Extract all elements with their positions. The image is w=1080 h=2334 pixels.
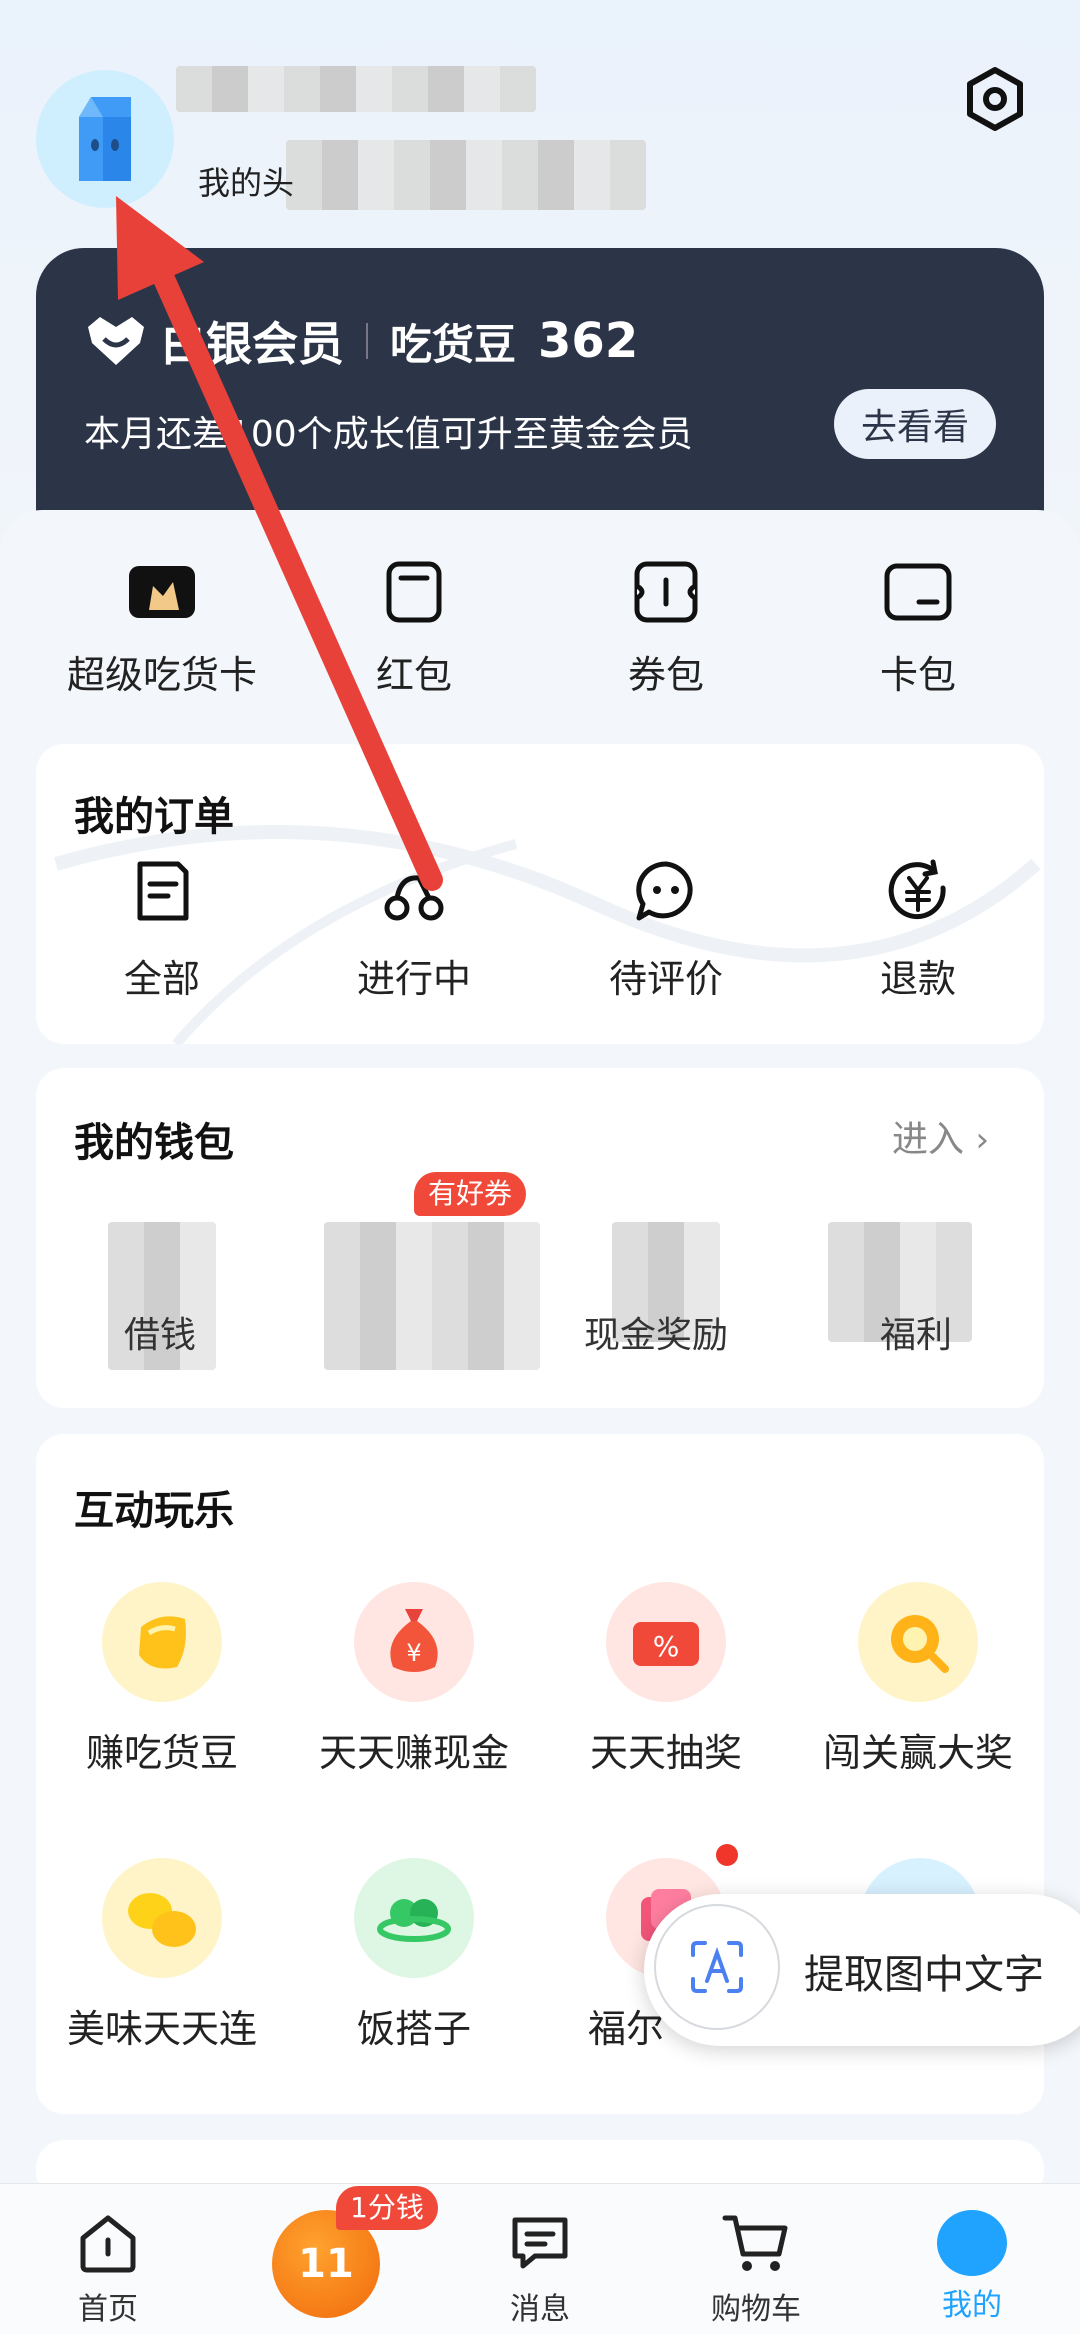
tab-label: 我的	[942, 2288, 1002, 2323]
fun-lottery[interactable]: % 天天抽奖	[540, 1582, 792, 1777]
magnifier-icon	[858, 1582, 978, 1702]
tab-home[interactable]: 首页	[38, 2210, 178, 2328]
vip-title: 白银会员 吃货豆 362	[84, 308, 638, 374]
bean-icon	[102, 1582, 222, 1702]
fun-level-challenge[interactable]: 闯关赢大奖	[792, 1582, 1044, 1777]
extract-text-label: 提取图中文字	[804, 1952, 1044, 1998]
order-in-progress[interactable]: 进行中	[288, 858, 540, 1003]
chevron-right-icon: ›	[975, 1120, 990, 1160]
fun-earn-beans[interactable]: 赚吃货豆	[36, 1582, 288, 1777]
tab-label: 购物车	[711, 2292, 801, 2327]
mine-avatar-icon	[937, 2210, 1007, 2276]
quick-card-wallet[interactable]: 卡包	[792, 560, 1044, 699]
quick-coupon[interactable]: 券包	[540, 560, 792, 699]
tab-promo-badge: 1分钱	[336, 2186, 438, 2230]
fun-title: 互动玩乐	[74, 1488, 234, 1534]
wallet-item-blurred[interactable]	[324, 1222, 540, 1370]
nickname-label: 我的头	[198, 164, 295, 202]
vip-beans-count: 362	[538, 313, 639, 369]
svg-text:%: %	[653, 1630, 680, 1663]
wallet-label: 借钱	[124, 1315, 197, 1356]
fun-earn-cash[interactable]: ¥ 天天赚现金	[288, 1582, 540, 1777]
refund-yen-icon	[888, 859, 946, 920]
tab-cart[interactable]: 购物车	[686, 2210, 826, 2328]
quick-super-card[interactable]: 超级吃货卡	[36, 560, 288, 699]
quick-label: 超级吃货卡	[66, 653, 257, 697]
super-card-icon	[127, 560, 197, 624]
vip-view-button[interactable]: 去看看	[834, 389, 996, 459]
order-label: 退款	[879, 957, 956, 1001]
username-blurred-line2	[286, 140, 646, 210]
shopping-cart-icon	[722, 2215, 788, 2271]
fun-label: 闯关赢大奖	[822, 1731, 1013, 1775]
red-packet-icon	[379, 560, 449, 624]
vip-level: 白银会员	[160, 317, 344, 371]
settings-icon[interactable]	[960, 64, 1030, 134]
milk-carton-icon	[79, 97, 131, 181]
lottery-ticket-icon: %	[606, 1582, 726, 1702]
avatar[interactable]	[36, 70, 174, 208]
vip-badge-icon	[88, 317, 144, 365]
username-blurred	[176, 66, 536, 112]
fun-label: 天天抽奖	[589, 1731, 742, 1775]
scooter-icon	[384, 875, 444, 921]
money-bag-icon: ¥	[354, 1582, 474, 1702]
order-label: 待评价	[608, 957, 723, 1001]
order-label: 全部	[123, 957, 200, 1001]
wallet-title: 我的钱包	[74, 1120, 234, 1166]
tab-label: 首页	[78, 2292, 138, 2327]
quick-red-packet[interactable]: 红包	[288, 560, 540, 699]
orders-title: 我的订单	[74, 794, 234, 840]
vip-beans-label: 吃货豆	[390, 319, 517, 369]
card-icon	[883, 560, 953, 624]
order-refund[interactable]: 退款	[792, 858, 1044, 1003]
wallet-coupon-badge: 有好券	[414, 1172, 527, 1216]
order-label: 进行中	[356, 957, 471, 1001]
buddy-planet-icon	[354, 1858, 474, 1978]
tab-mine[interactable]: 我的	[902, 2210, 1042, 2324]
wallet-label: 现金奖励	[584, 1315, 729, 1356]
wallet-label: 福利	[880, 1315, 953, 1356]
order-all[interactable]: 全部	[36, 858, 288, 1003]
tab-label: 消息	[510, 2292, 570, 2327]
fun-label: 美味天天连	[66, 2007, 257, 2051]
tab-messages[interactable]: 消息	[470, 2210, 610, 2328]
lemon-icon	[102, 1858, 222, 1978]
svg-text:¥: ¥	[406, 1639, 421, 1667]
fun-daily-link[interactable]: 美味天天连	[36, 1858, 288, 2053]
wallet-enter-label: 进入	[892, 1119, 965, 1160]
notification-dot	[716, 1844, 738, 1866]
vip-divider	[366, 323, 368, 359]
fun-label: 赚吃货豆	[85, 1731, 238, 1775]
quick-label: 红包	[375, 653, 452, 697]
ocr-scan-icon	[654, 1904, 780, 2030]
order-to-review[interactable]: 待评价	[540, 858, 792, 1003]
home-icon	[80, 2215, 136, 2273]
vip-growth-desc: 本月还差100个成长值可升至黄金会员	[84, 414, 693, 455]
fun-label: 饭搭子	[356, 2007, 471, 2051]
fun-label: 天天赚现金	[318, 1731, 509, 1775]
wallet-enter-link[interactable]: 进入 ›	[892, 1110, 989, 1162]
coupon-icon	[631, 560, 701, 624]
document-icon	[137, 861, 189, 921]
chat-bubble-icon	[636, 861, 693, 921]
fun-meal-buddy[interactable]: 饭搭子	[288, 1858, 540, 2053]
quick-label: 券包	[627, 653, 704, 697]
quick-label: 卡包	[879, 653, 956, 697]
promo-11-icon: 11	[298, 2241, 354, 2287]
message-icon	[512, 2217, 568, 2269]
